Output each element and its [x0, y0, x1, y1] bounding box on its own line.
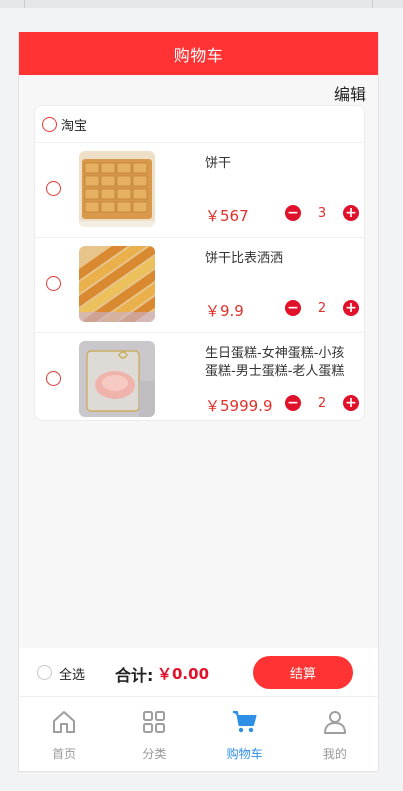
- cart-item: 饼干 ￥567 − 3 +: [35, 143, 364, 238]
- shop-select-radio[interactable]: [42, 116, 57, 132]
- edit-button[interactable]: 编辑: [334, 81, 366, 105]
- product-price: ￥5999.9: [205, 397, 273, 415]
- quantity-value: 3: [317, 205, 327, 221]
- tab-label: 首页: [52, 747, 77, 761]
- tab-home[interactable]: 首页: [19, 697, 109, 771]
- product-name[interactable]: 饼干比表洒洒: [205, 250, 351, 268]
- increase-button[interactable]: +: [343, 205, 359, 221]
- phone-frame: 购物车 编辑 淘宝 饼干 ￥567 − 3 + 饼干比表洒洒 ￥9.9 − 2 …: [18, 32, 379, 772]
- product-price: ￥9.9: [205, 302, 244, 320]
- product-price: ￥567: [205, 207, 249, 225]
- edit-row: 编辑: [19, 75, 378, 105]
- shop-name: 淘宝: [61, 118, 88, 134]
- decrease-button[interactable]: −: [285, 205, 301, 221]
- increase-button[interactable]: +: [343, 395, 359, 411]
- user-icon: [322, 709, 348, 739]
- home-icon: [51, 709, 77, 739]
- shop-row: 淘宝: [35, 106, 364, 143]
- select-all-label[interactable]: 全选: [59, 664, 85, 683]
- cart-icon: [232, 709, 258, 739]
- quantity-value: 2: [317, 300, 327, 316]
- checkout-bar: 全选 合计: ￥0.00 结算: [19, 648, 378, 697]
- increase-button[interactable]: +: [343, 300, 359, 316]
- strip-divider: [24, 0, 25, 8]
- quantity-stepper: − 2 +: [285, 394, 359, 412]
- product-image[interactable]: [79, 246, 155, 322]
- quantity-value: 2: [317, 395, 327, 411]
- product-name[interactable]: 饼干: [205, 155, 351, 173]
- strip-divider: [372, 0, 373, 8]
- tab-label: 购物车: [226, 747, 263, 761]
- cart-item: 饼干比表洒洒 ￥9.9 − 2 +: [35, 238, 364, 333]
- product-image[interactable]: [79, 341, 155, 417]
- page-header: 购物车: [19, 32, 378, 75]
- decrease-button[interactable]: −: [285, 300, 301, 316]
- category-icon: [141, 709, 167, 739]
- quantity-stepper: − 3 +: [285, 204, 359, 222]
- item-select-radio[interactable]: [46, 276, 61, 291]
- quantity-stepper: − 2 +: [285, 299, 359, 317]
- total-label: 合计:: [115, 666, 154, 685]
- decrease-button[interactable]: −: [285, 395, 301, 411]
- total-value: ￥0.00: [157, 665, 210, 683]
- page-title: 购物车: [173, 45, 224, 65]
- bottom-tab-bar: 首页 分类 购物车 我的: [19, 697, 378, 771]
- tab-cart[interactable]: 购物车: [200, 697, 290, 771]
- item-select-radio[interactable]: [46, 371, 61, 386]
- select-all-radio[interactable]: [37, 665, 52, 680]
- tab-profile[interactable]: 我的: [290, 697, 378, 771]
- product-image[interactable]: [79, 151, 155, 227]
- browser-top-strip: [0, 0, 403, 8]
- tab-category[interactable]: 分类: [109, 697, 199, 771]
- tab-label: 我的: [322, 747, 347, 761]
- cart-card: 淘宝 饼干 ￥567 − 3 + 饼干比表洒洒 ￥9.9 − 2 + 生日蛋糕-…: [34, 105, 365, 421]
- checkout-button[interactable]: 结算: [253, 656, 353, 689]
- product-name[interactable]: 生日蛋糕-女神蛋糕-小孩蛋糕-男士蛋糕-老人蛋糕: [205, 345, 351, 381]
- tab-label: 分类: [142, 747, 167, 761]
- item-select-radio[interactable]: [46, 181, 61, 196]
- cart-item: 生日蛋糕-女神蛋糕-小孩蛋糕-男士蛋糕-老人蛋糕 ￥5999.9 − 2 +: [35, 333, 364, 427]
